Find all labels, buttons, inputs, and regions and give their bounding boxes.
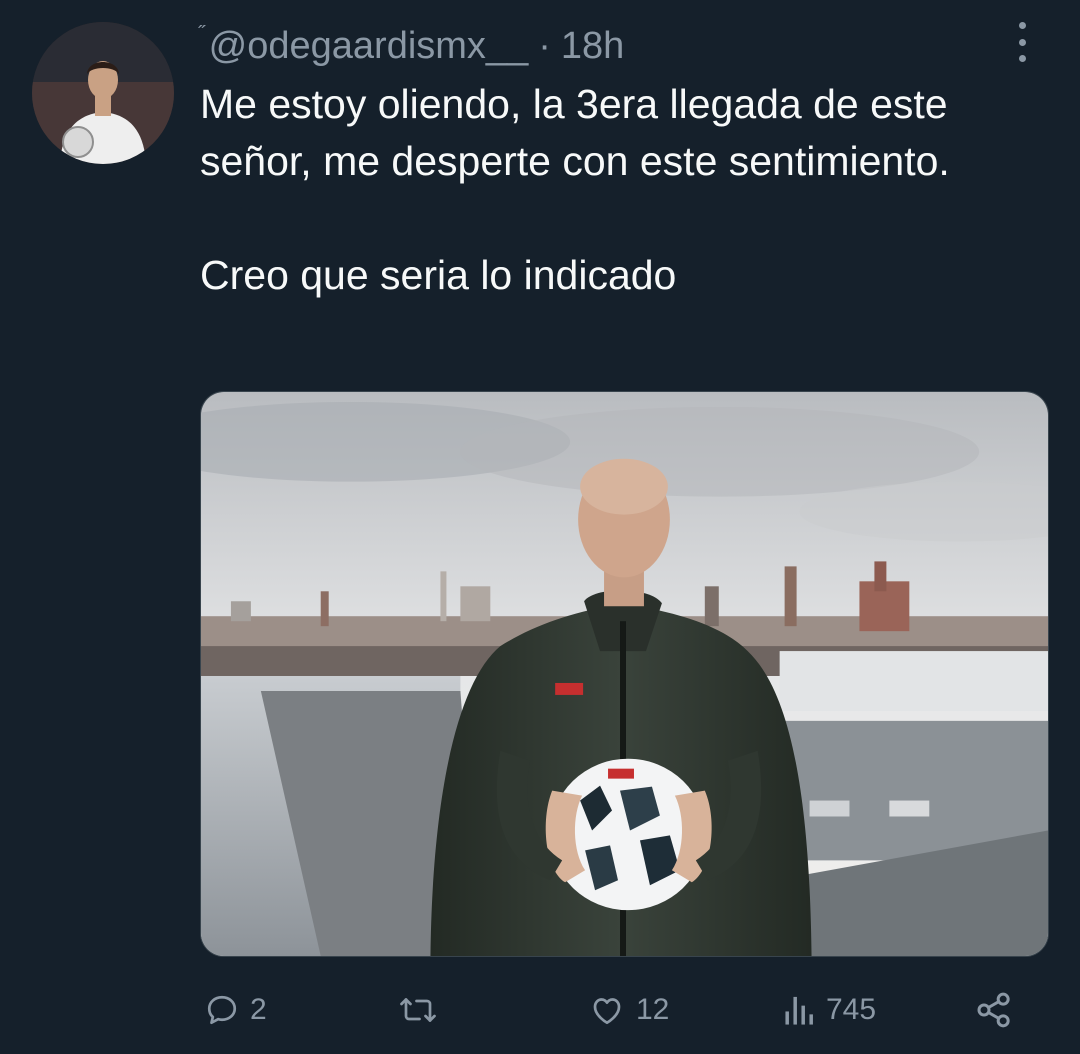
tweet-text-paragraph: Me estoy oliendo, la 3era llegada de est…	[200, 81, 950, 184]
user-handle[interactable]: @odegaardismx__	[209, 25, 529, 68]
tweet-timestamp[interactable]: 18h	[561, 25, 624, 68]
share-button[interactable]	[974, 982, 1014, 1038]
heart-icon	[593, 998, 621, 1025]
retweet-button[interactable]	[398, 982, 448, 1038]
avatar-image	[32, 22, 174, 164]
like-button[interactable]: 12	[588, 982, 669, 1038]
separator-dot: ·	[538, 24, 551, 67]
reply-button[interactable]: 2	[204, 982, 267, 1038]
media-photo	[201, 392, 1048, 956]
more-vertical-icon[interactable]	[1010, 22, 1034, 62]
display-name[interactable]: ˝	[198, 23, 205, 46]
views-button[interactable]: 745	[784, 982, 876, 1038]
tweet-text-paragraph: Creo que seria lo indicado	[200, 252, 677, 298]
tweet: ˝ @odegaardismx__ · 18h Me estoy oliendo…	[0, 0, 1080, 1054]
reply-count: 2	[250, 993, 267, 1026]
retweet-icon	[400, 998, 436, 1022]
like-count: 12	[636, 993, 670, 1026]
tweet-text: Me estoy oliendo, la 3era llegada de est…	[200, 76, 1040, 304]
tweet-media[interactable]	[200, 391, 1049, 957]
share-icon	[977, 992, 1010, 1028]
tweet-actions: 2 12 745	[200, 982, 1030, 1038]
tweet-header: ˝ @odegaardismx__ · 18h	[198, 18, 624, 74]
views-count: 745	[826, 993, 877, 1026]
avatar[interactable]	[32, 22, 174, 164]
reply-icon	[207, 995, 237, 1025]
views-icon	[785, 996, 813, 1025]
